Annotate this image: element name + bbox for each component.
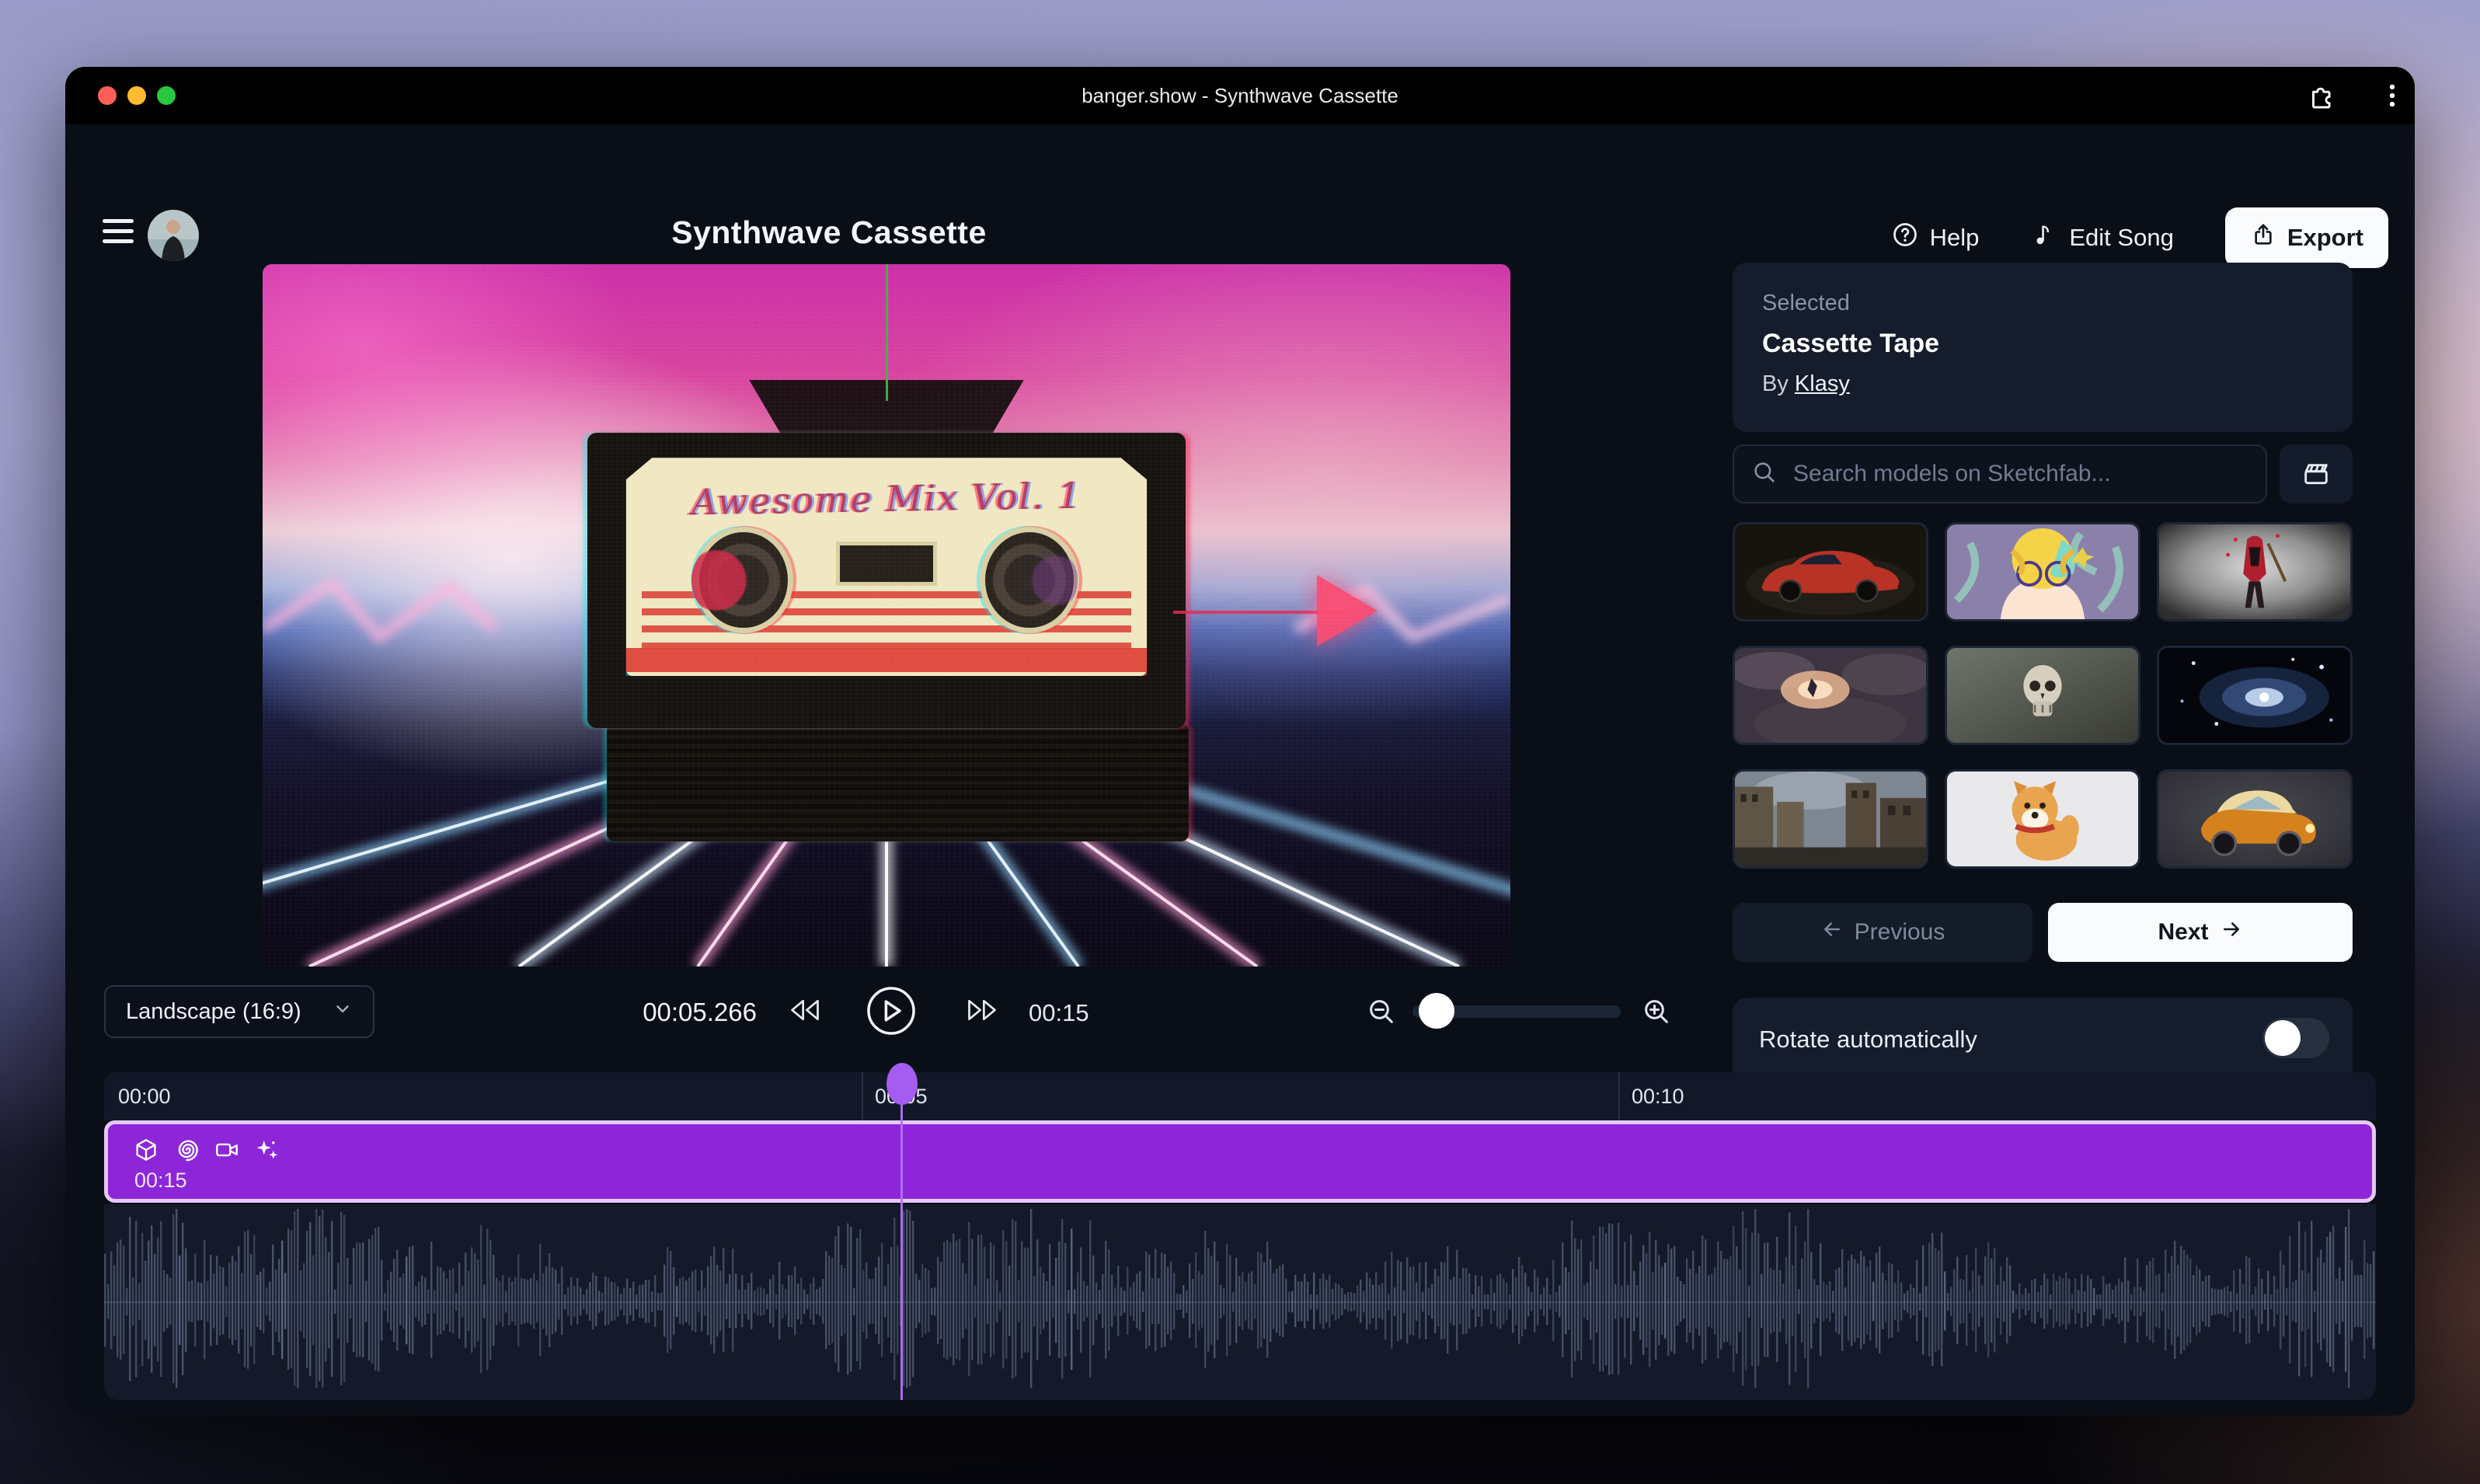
- header-actions: Help Edit Song: [1891, 207, 2388, 268]
- rotate-label: Rotate automatically: [1759, 1026, 1977, 1054]
- play-button[interactable]: [866, 985, 917, 1040]
- preview-viewport[interactable]: Awesome Mix Vol. 1: [263, 264, 1510, 967]
- desktop-wallpaper: banger.show - Synthwave Cassette S: [0, 0, 2480, 1484]
- search-input[interactable]: [1792, 460, 2248, 488]
- sparkles-icon: [254, 1137, 280, 1163]
- cube-icon: [133, 1137, 159, 1163]
- clapperboard-button[interactable]: [2280, 444, 2353, 503]
- model-thumbnail-anime-girl[interactable]: [1945, 522, 2140, 622]
- ruler-tick-0: 00:00: [118, 1085, 171, 1109]
- pink-arrow: [1317, 575, 1378, 646]
- ruler-separator: [862, 1072, 863, 1120]
- model-thumbnail-city[interactable]: [1733, 769, 1928, 869]
- model-thumbnail-galaxy[interactable]: [2157, 646, 2353, 745]
- model-thumbnail-red-car[interactable]: [1733, 522, 1928, 622]
- timeline-zoom-knob[interactable]: [1419, 993, 1454, 1029]
- avatar[interactable]: [148, 210, 199, 261]
- cassette-tape-window: [840, 545, 934, 583]
- spiral-icon: [173, 1137, 200, 1163]
- timeline-ruler[interactable]: 00:00 00:05 00:10: [104, 1072, 2376, 1120]
- extensions-icon[interactable]: [2306, 81, 2335, 110]
- help-label: Help: [1930, 224, 1980, 252]
- cassette-title-text: Awesome Mix Vol. 1: [625, 473, 1148, 524]
- author-link[interactable]: Klasy: [1795, 371, 1850, 396]
- scene-clip[interactable]: 00:15: [104, 1120, 2376, 1203]
- help-button[interactable]: Help: [1891, 221, 1980, 255]
- cassette-model: Awesome Mix Vol. 1: [587, 433, 1186, 728]
- current-time: 00:05.266: [563, 998, 757, 1027]
- search-icon: [1751, 459, 1778, 489]
- playhead-knob[interactable]: [886, 1063, 918, 1105]
- playhead-line[interactable]: [900, 1072, 903, 1400]
- app-window: banger.show - Synthwave Cassette S: [65, 67, 2415, 1416]
- arrow-right-icon: [2220, 918, 2243, 947]
- clip-duration: 00:15: [134, 1169, 187, 1193]
- edit-song-button[interactable]: Edit Song: [2030, 221, 2173, 255]
- green-hairline: [886, 264, 888, 401]
- rotate-toggle[interactable]: [2262, 1018, 2329, 1058]
- selected-model-card: Selected Cassette Tape By Klasy: [1733, 263, 2353, 432]
- menu-kebab-icon[interactable]: [2377, 81, 2407, 110]
- arrow-left-icon: [1820, 918, 1844, 947]
- ruler-separator: [1618, 1072, 1620, 1120]
- ruler-tick-2: 00:10: [1632, 1085, 1684, 1109]
- music-note-icon: [2030, 221, 2058, 255]
- selected-model-name: Cassette Tape: [1762, 329, 2323, 359]
- cassette-label: Awesome Mix Vol. 1: [626, 458, 1148, 676]
- export-button[interactable]: Export: [2225, 207, 2388, 268]
- rotate-toggle-knob[interactable]: [2265, 1020, 2301, 1056]
- cassette-right-reel: [985, 532, 1074, 629]
- model-thumbnail-shiba[interactable]: [1945, 769, 2140, 869]
- aspect-ratio-value: Landscape (16:9): [126, 999, 301, 1025]
- aspect-ratio-dropdown[interactable]: Landscape (16:9): [104, 985, 374, 1038]
- fast-forward-button[interactable]: [965, 996, 999, 1028]
- previous-label: Previous: [1855, 919, 1945, 946]
- titlebar: banger.show - Synthwave Cassette: [65, 67, 2415, 124]
- clip-icons: [133, 1137, 280, 1163]
- total-duration: 00:15: [1029, 999, 1122, 1027]
- model-thumbnail-skull[interactable]: [1945, 646, 2140, 745]
- zoom-in-icon[interactable]: [1641, 996, 1672, 1031]
- export-label: Export: [2287, 224, 2363, 252]
- model-thumbnail-orange-car[interactable]: [2157, 769, 2353, 869]
- selected-model-author: By Klasy: [1762, 371, 2323, 397]
- page-title: Synthwave Cassette: [596, 214, 1062, 251]
- video-camera-icon: [214, 1137, 240, 1163]
- model-thumbnail-stormy-sky[interactable]: [1733, 646, 1928, 745]
- zoom-out-icon[interactable]: [1366, 996, 1397, 1031]
- audio-waveform: [104, 1204, 2376, 1400]
- hamburger-menu-icon[interactable]: [103, 219, 134, 244]
- model-grid: [1733, 522, 2353, 869]
- by-prefix: By: [1762, 371, 1789, 396]
- cassette-red-band: [626, 648, 1148, 672]
- cassette-base: [607, 723, 1188, 841]
- previous-page-button[interactable]: Previous: [1733, 903, 2032, 962]
- model-thumbnail-red-warrior[interactable]: [2157, 522, 2353, 622]
- next-label: Next: [2158, 919, 2208, 946]
- selected-label: Selected: [1762, 291, 2323, 316]
- next-page-button[interactable]: Next: [2048, 903, 2353, 962]
- cassette-left-reel: [699, 532, 788, 629]
- model-search: [1733, 444, 2267, 503]
- edit-song-label: Edit Song: [2069, 224, 2173, 252]
- window-title: banger.show - Synthwave Cassette: [65, 67, 2415, 124]
- audio-waveform-panel[interactable]: [104, 1204, 2376, 1400]
- help-circle-icon: [1891, 221, 1919, 255]
- chevron-down-icon: [333, 998, 353, 1025]
- export-share-icon: [2250, 221, 2276, 254]
- rewind-button[interactable]: [788, 996, 822, 1028]
